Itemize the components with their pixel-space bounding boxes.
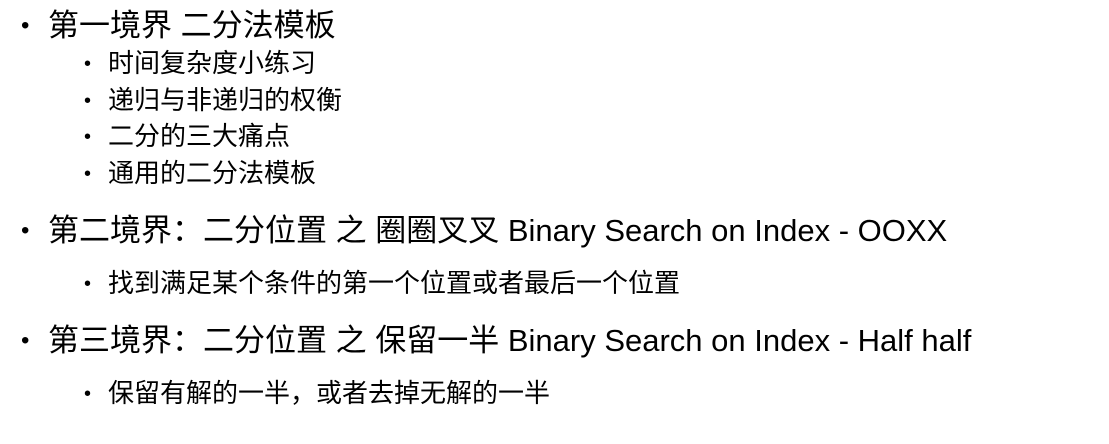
section-2-heading: • 第二境界：二分位置 之 圈圈叉叉 Binary Search on Inde… [21,213,948,248]
section-1-title: 第一境界 二分法模板 [48,8,336,43]
bullet-icon: • [21,217,30,244]
bullet-icon: • [84,53,92,75]
bullet-icon: • [84,163,92,185]
list-item: • 通用的二分法模板 [84,158,317,188]
section-3-heading: • 第三境界：二分位置 之 保留一半 Binary Search on Inde… [21,323,972,358]
list-item-text: 二分的三大痛点 [108,121,291,151]
list-item-text: 保留有解的一半，或者去掉无解的一半 [108,378,551,408]
bullet-icon: • [84,90,92,112]
bullet-icon: • [84,273,92,295]
list-item: • 时间复杂度小练习 [84,48,317,78]
bullet-icon: • [21,327,30,354]
section-2-title: 第二境界：二分位置 之 圈圈叉叉 Binary Search on Index … [48,213,948,248]
list-item: • 递归与非递归的权衡 [84,85,343,115]
list-item-text: 时间复杂度小练习 [108,48,317,78]
list-item-text: 通用的二分法模板 [108,158,317,188]
slide-content: • 第一境界 二分法模板 • 时间复杂度小练习 • 递归与非递归的权衡 • 二分… [0,0,1109,444]
list-item: • 找到满足某个条件的第一个位置或者最后一个位置 [84,268,681,298]
list-item: • 保留有解的一半，或者去掉无解的一半 [84,378,551,408]
bullet-icon: • [84,383,92,405]
bullet-icon: • [84,126,92,148]
section-1-heading: • 第一境界 二分法模板 [21,8,336,43]
list-item-text: 递归与非递归的权衡 [108,85,343,115]
list-item: • 二分的三大痛点 [84,121,291,151]
section-3-title: 第三境界：二分位置 之 保留一半 Binary Search on Index … [48,323,972,358]
list-item-text: 找到满足某个条件的第一个位置或者最后一个位置 [108,268,681,298]
bullet-icon: • [21,12,30,39]
